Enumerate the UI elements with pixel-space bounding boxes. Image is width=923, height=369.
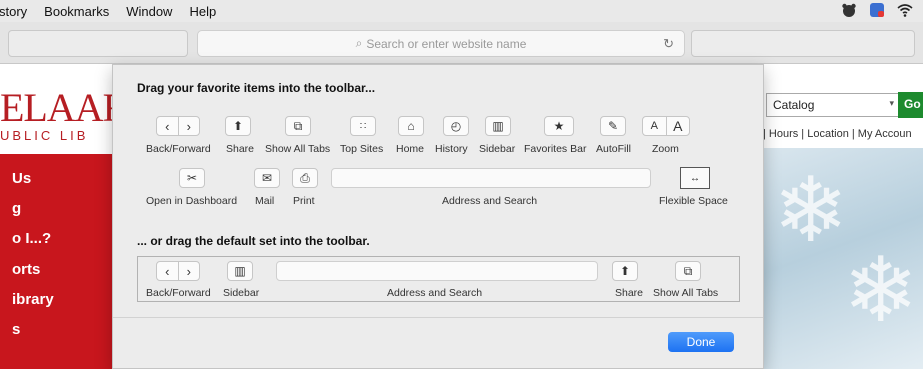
open-in-dashboard-item[interactable]: ✂ <box>179 168 205 188</box>
share-item[interactable]: ⬆ <box>225 116 251 136</box>
address-and-search-item[interactable] <box>331 168 651 188</box>
sidebar-icon: ▥ <box>492 119 504 133</box>
show-all-tabs-item[interactable]: ⧉ <box>285 116 311 136</box>
app-badge-icon[interactable] <box>869 2 885 18</box>
star-icon: ★ <box>553 119 565 133</box>
snowflake-icon: ❄ <box>843 241 919 341</box>
default-share: ⬆ <box>612 261 638 281</box>
grid-icon: ∷ <box>359 120 367 132</box>
home-label: Home <box>396 143 425 155</box>
catalog-select-value: Catalog <box>773 98 815 112</box>
history-item[interactable]: ◴ <box>443 116 469 136</box>
address-placeholder: Search or enter website name <box>366 36 527 51</box>
chevron-down-icon: ▾ <box>889 98 894 108</box>
snowflake-icon: ❄ <box>773 161 849 261</box>
top-sites-item[interactable]: ∷ <box>350 116 376 136</box>
nav-link[interactable]: Us <box>12 170 31 187</box>
tabs-icon: ⧉ <box>293 118 303 133</box>
favorites-bar-item[interactable]: ★ <box>544 116 574 136</box>
browser-toolbar: ⌕ Search or enter website name ↻ <box>0 22 923 64</box>
mail-icon: ✉ <box>261 171 273 185</box>
menu-window[interactable]: Window <box>126 4 172 19</box>
top-sites-label: Top Sites <box>340 143 384 155</box>
menu-bar: story Bookmarks Window Help <box>0 0 923 22</box>
flexible-space-item[interactable]: ↔ <box>680 167 710 189</box>
snowflake-banner: ❄ ❄ <box>763 148 923 369</box>
tabs-icon: ⧉ <box>683 263 693 278</box>
chevron-left-icon: ‹ <box>165 263 170 279</box>
default-set[interactable]: ‹ › ▥ ⬆ ⧉ Back/Forward Sidebar Address a… <box>137 256 740 302</box>
chevron-right-icon: › <box>177 262 200 280</box>
zoom-out-label: A <box>650 120 658 132</box>
default-sidebar: ▥ <box>227 261 253 281</box>
search-icon: ⌕ <box>355 36 363 50</box>
menu-help[interactable]: Help <box>189 4 216 19</box>
nav-link[interactable]: o I...? <box>12 230 51 247</box>
sidebar-label: Sidebar <box>479 143 516 155</box>
flexible-space-label: Flexible Space <box>659 195 728 207</box>
zoom-in-label: A <box>665 117 690 135</box>
mail-label: Mail <box>255 195 275 207</box>
library-logo: ELAAR <box>0 85 129 130</box>
autofill-item[interactable]: ✎ <box>600 116 626 136</box>
nav-link[interactable]: ibrary <box>12 291 54 308</box>
chevron-right-icon: › <box>177 117 200 135</box>
address-bar[interactable]: ⌕ Search or enter website name ↻ <box>197 30 685 57</box>
show-all-tabs-label: Show All Tabs <box>265 143 331 155</box>
menu-bookmarks[interactable]: Bookmarks <box>44 4 109 19</box>
sheet-divider <box>113 317 763 318</box>
autofill-label: AutoFill <box>596 143 632 155</box>
home-item[interactable]: ⌂ <box>398 116 424 136</box>
home-icon: ⌂ <box>407 119 415 133</box>
favorites-bar-label: Favorites Bar <box>524 143 587 155</box>
wifi-icon[interactable] <box>897 2 913 18</box>
print-item[interactable]: ⎙ <box>292 168 318 188</box>
default-address-and-search <box>276 261 598 281</box>
reload-icon[interactable]: ↻ <box>663 36 674 52</box>
default-back-forward-label: Back/Forward <box>146 287 211 299</box>
share-label: Share <box>226 143 255 155</box>
print-label: Print <box>293 195 315 207</box>
printer-icon: ⎙ <box>300 170 310 185</box>
site-links[interactable]: | Hours | Location | My Accoun <box>763 128 912 140</box>
default-share-label: Share <box>615 287 644 299</box>
share-icon: ⬆ <box>619 264 631 278</box>
catalog-select[interactable]: Catalog ▾ <box>766 93 901 117</box>
customize-toolbar-sheet: Drag your favorite items into the toolba… <box>112 64 764 369</box>
toolbar-placeholder-left <box>8 30 188 57</box>
scissors-icon: ✂ <box>186 171 198 185</box>
bear-icon[interactable] <box>841 2 857 18</box>
go-button[interactable]: Go <box>898 92 923 118</box>
double-arrow-icon: ↔ <box>690 172 700 184</box>
toolbar-placeholder-right <box>691 30 915 57</box>
menu-history[interactable]: story <box>0 4 27 19</box>
open-in-dashboard-label: Open in Dashboard <box>146 195 238 207</box>
favorites-heading: Drag your favorite items into the toolba… <box>137 81 376 95</box>
chevron-left-icon: ‹ <box>165 118 170 134</box>
zoom-item[interactable]: A A <box>642 116 690 136</box>
back-forward-label: Back/Forward <box>146 143 211 155</box>
nav-link[interactable]: s <box>12 321 20 338</box>
zoom-label: Zoom <box>652 143 679 155</box>
library-logo-subtitle: UBLIC LIB <box>0 128 89 143</box>
history-label: History <box>435 143 468 155</box>
default-show-all-tabs: ⧉ <box>675 261 701 281</box>
share-icon: ⬆ <box>232 119 244 133</box>
back-forward-item[interactable]: ‹ › <box>156 116 200 136</box>
default-show-all-tabs-label: Show All Tabs <box>653 287 719 299</box>
sidebar-item[interactable]: ▥ <box>485 116 511 136</box>
default-sidebar-label: Sidebar <box>223 287 260 299</box>
default-set-heading: ... or drag the default set into the too… <box>137 234 370 248</box>
site-sidebar: Us g o I...? orts ibrary s <box>0 154 112 369</box>
default-address-and-search-label: Address and Search <box>387 287 483 299</box>
clock-icon: ◴ <box>450 119 462 133</box>
autofill-icon: ✎ <box>607 119 619 133</box>
nav-link[interactable]: orts <box>12 261 40 278</box>
sidebar-icon: ▥ <box>234 264 246 278</box>
done-button[interactable]: Done <box>668 332 734 352</box>
mail-item[interactable]: ✉ <box>254 168 280 188</box>
address-and-search-label: Address and Search <box>442 195 538 207</box>
default-back-forward: ‹ › <box>156 261 200 281</box>
nav-link[interactable]: g <box>12 200 21 217</box>
